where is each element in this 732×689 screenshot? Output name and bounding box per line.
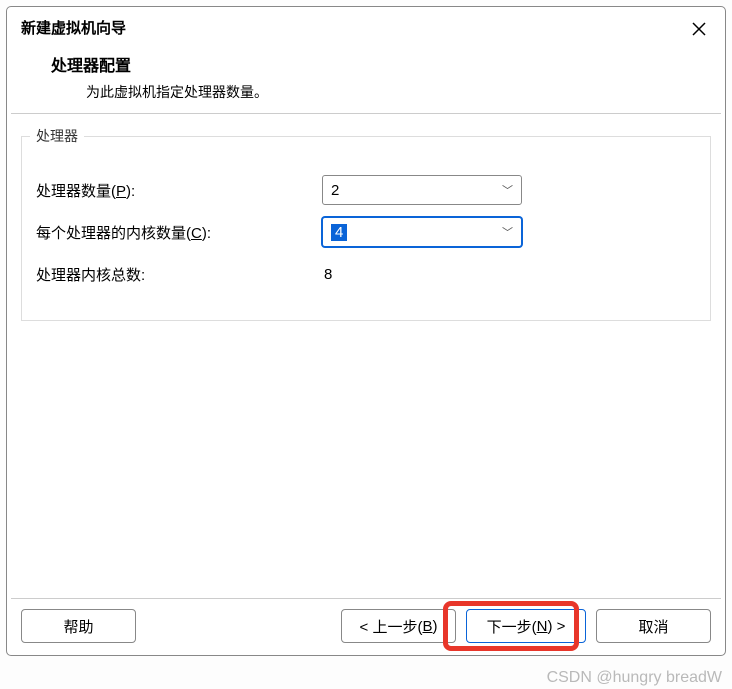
- section-title: 处理器配置: [51, 52, 711, 76]
- help-button[interactable]: 帮助: [21, 609, 136, 643]
- row-processor-count: 处理器数量(P): 2 ﹀: [36, 174, 696, 206]
- label-processor-count: 处理器数量(P):: [36, 180, 322, 201]
- cores-per-processor-value: 4: [331, 224, 347, 241]
- watermark: CSDN @hungry breadW: [547, 669, 722, 687]
- content-area: 处理器 处理器数量(P): 2 ﹀ 每个处理器的内核数量(C): 4 ﹀: [7, 114, 725, 598]
- wizard-dialog: 新建虚拟机向导 处理器配置 为此虚拟机指定处理器数量。 处理器 处理器数量(P)…: [6, 6, 726, 656]
- processor-count-select[interactable]: 2 ﹀: [322, 175, 522, 205]
- section-desc: 为此虚拟机指定处理器数量。: [51, 82, 711, 102]
- close-icon[interactable]: [687, 17, 711, 41]
- row-cores-per-processor: 每个处理器的内核数量(C): 4 ﹀: [36, 216, 696, 248]
- footer: 帮助 < 上一步(B) 下一步(N) > 取消: [7, 599, 725, 655]
- cores-per-processor-select[interactable]: 4 ﹀: [322, 217, 522, 247]
- header: 新建虚拟机向导 处理器配置 为此虚拟机指定处理器数量。: [7, 7, 725, 107]
- chevron-down-icon: ﹀: [502, 224, 513, 240]
- next-button[interactable]: 下一步(N) >: [466, 609, 586, 643]
- total-cores-value: 8: [322, 266, 332, 283]
- chevron-down-icon: ﹀: [502, 182, 513, 198]
- processor-count-value: 2: [331, 182, 339, 199]
- processor-group: 处理器 处理器数量(P): 2 ﹀ 每个处理器的内核数量(C): 4 ﹀: [21, 126, 711, 321]
- cancel-button[interactable]: 取消: [596, 609, 711, 643]
- back-button[interactable]: < 上一步(B): [341, 609, 456, 643]
- row-total-cores: 处理器内核总数: 8: [36, 258, 696, 290]
- label-total-cores: 处理器内核总数:: [36, 264, 322, 285]
- window-title: 新建虚拟机向导: [21, 17, 711, 38]
- label-cores-per-processor: 每个处理器的内核数量(C):: [36, 222, 322, 243]
- group-legend: 处理器: [30, 126, 84, 146]
